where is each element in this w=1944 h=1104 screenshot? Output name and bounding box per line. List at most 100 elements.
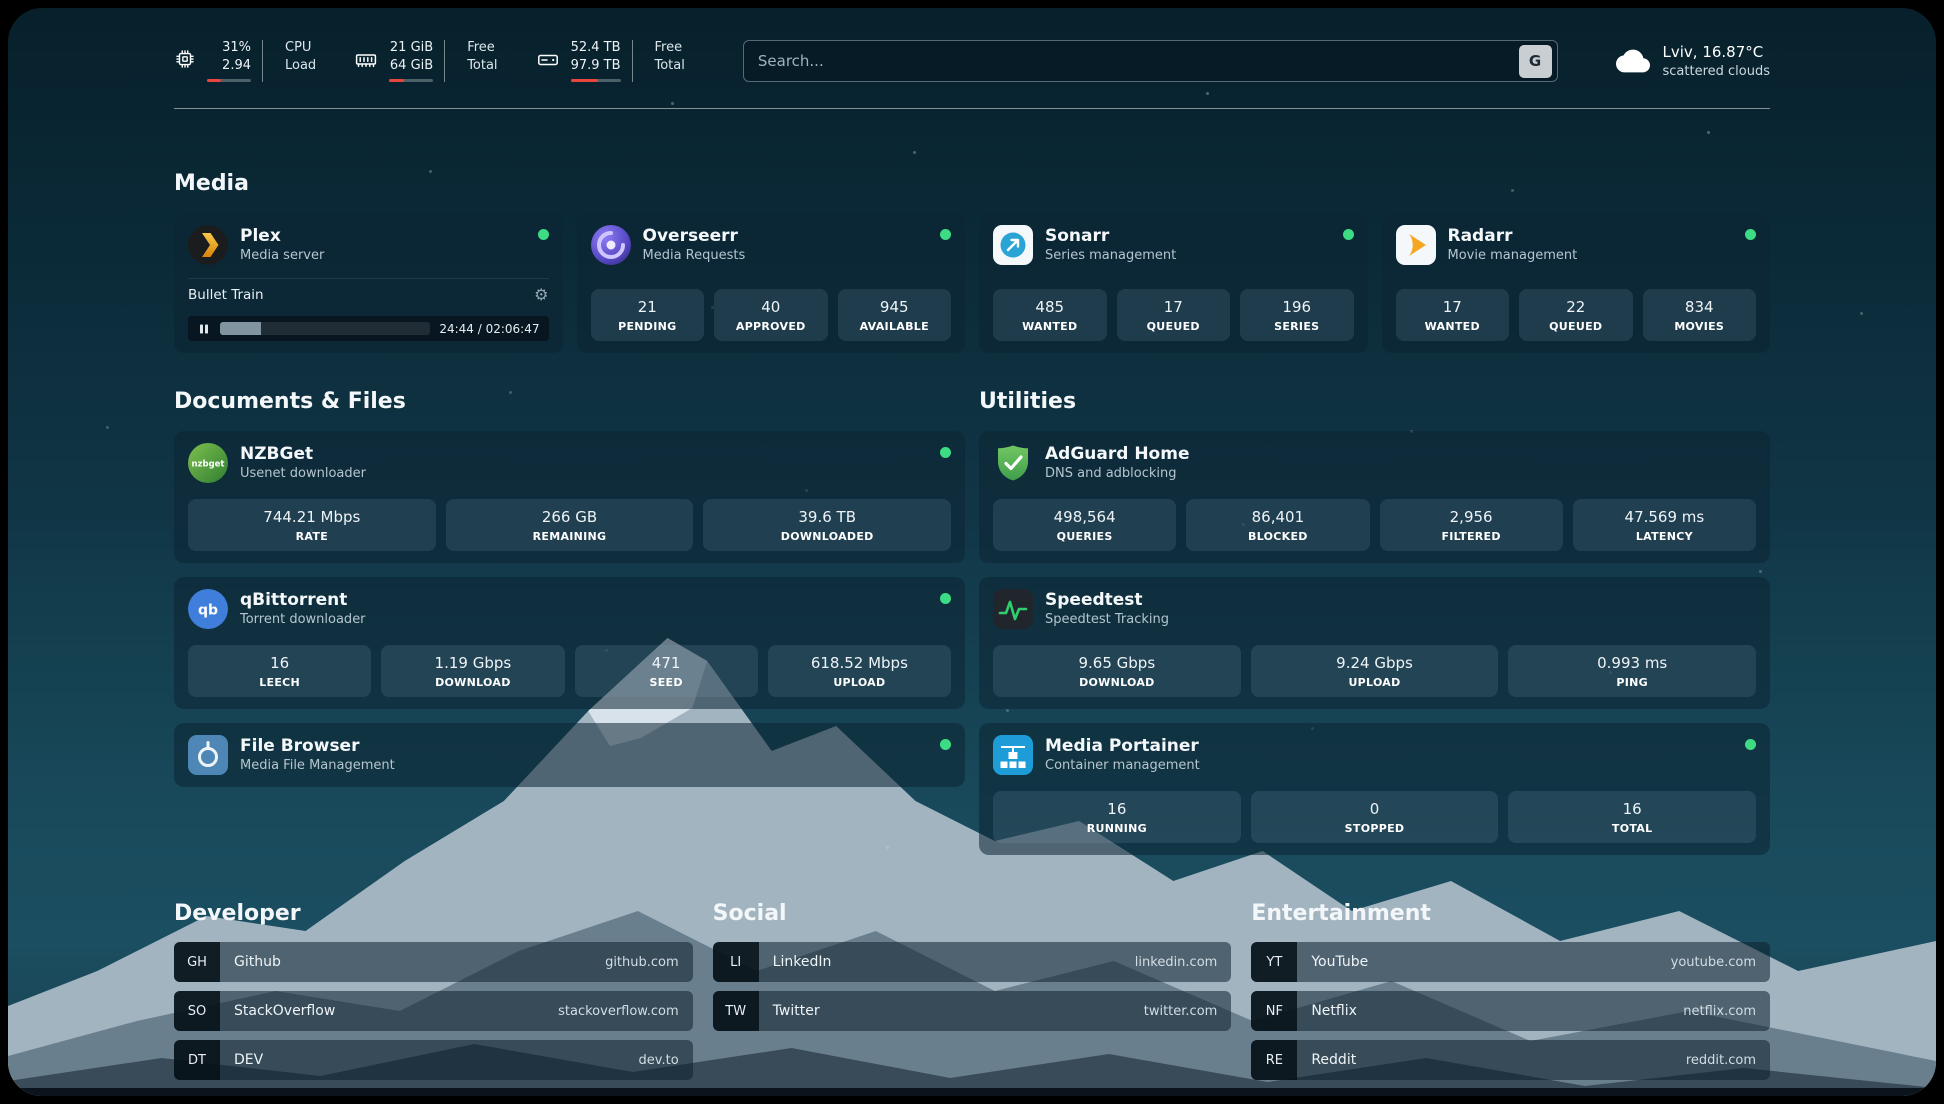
progress-track[interactable] <box>220 322 430 335</box>
bookmark-name: Twitter <box>773 1003 820 1019</box>
overseerr-icon <box>591 225 631 265</box>
cpu-values: 31% 2.94 <box>207 40 263 82</box>
svg-text:qb: qb <box>198 603 218 619</box>
nzbget-card[interactable]: nzbget NZBGet Usenet downloader 744.21 M… <box>174 431 965 563</box>
playback-time: 24:44 / 02:06:47 <box>439 322 539 336</box>
bookmark-url: netflix.com <box>1683 1004 1756 1019</box>
weather-condition: scattered clouds <box>1663 64 1771 79</box>
stat-box: 86,401BLOCKED <box>1186 499 1369 551</box>
bookmark-abbr: DT <box>174 1040 220 1080</box>
media-section: Media Plex Media server <box>174 171 1770 353</box>
plex-icon <box>188 225 228 265</box>
portainer-card[interactable]: Media Portainer Container management 16R… <box>979 723 1770 855</box>
speedtest-card[interactable]: Speedtest Speedtest Tracking 9.65 GbpsDO… <box>979 577 1770 709</box>
portainer-icon <box>993 735 1033 775</box>
speedtest-icon <box>993 589 1033 629</box>
filebrowser-icon <box>188 735 228 775</box>
app-subtitle: Media File Management <box>240 758 395 774</box>
bookmark-url: stackoverflow.com <box>558 1004 679 1019</box>
status-dot <box>940 229 951 240</box>
overseerr-card[interactable]: Overseerr Media Requests 21PENDING 40APP… <box>577 213 966 353</box>
bookmark-url: github.com <box>605 955 679 970</box>
stat-box: 266 GBREMAINING <box>446 499 694 551</box>
pause-icon[interactable] <box>197 322 211 336</box>
topbar: 31% 2.94 CPU Load <box>174 40 1770 82</box>
app-subtitle: Usenet downloader <box>240 466 366 482</box>
stat-box: 47.569 msLATENCY <box>1573 499 1756 551</box>
disk-total: 97.9 TB <box>571 58 621 73</box>
radarr-card[interactable]: Radarr Movie management 17WANTED 22QUEUE… <box>1382 213 1771 353</box>
search-input[interactable] <box>758 52 1519 70</box>
adguard-card[interactable]: AdGuard Home DNS and adblocking 498,564Q… <box>979 431 1770 563</box>
bookmark-name: YouTube <box>1311 954 1368 970</box>
app-subtitle: Movie management <box>1448 248 1578 264</box>
plex-now-playing: Bullet Train ⚙ <box>188 278 549 303</box>
bookmark-name: Github <box>234 954 281 970</box>
stat-box: 2,956FILTERED <box>1380 499 1563 551</box>
plex-card[interactable]: Plex Media server Bullet Train ⚙ <box>174 213 563 353</box>
app-subtitle: DNS and adblocking <box>1045 466 1189 482</box>
stat-box: 471SEED <box>575 645 758 697</box>
media-section-title: Media <box>174 171 1770 196</box>
app-name: Speedtest <box>1045 590 1169 611</box>
app-subtitle: Series management <box>1045 248 1176 264</box>
bookmark-netflix[interactable]: NF Netflix netflix.com <box>1251 991 1770 1031</box>
bookmark-github[interactable]: GH Github github.com <box>174 942 693 982</box>
cpu-usage-bar <box>207 79 251 82</box>
bookmark-name: Reddit <box>1311 1052 1356 1068</box>
bookmark-url: twitter.com <box>1144 1004 1218 1019</box>
svg-text:nzbget: nzbget <box>192 460 225 470</box>
memory-label-top: Free <box>467 40 497 55</box>
gear-icon[interactable]: ⚙ <box>534 287 548 303</box>
bookmark-twitter[interactable]: TW Twitter twitter.com <box>713 991 1232 1031</box>
nzbget-icon: nzbget <box>188 443 228 483</box>
app-name: qBittorrent <box>240 590 366 611</box>
cpu-load-value: 2.94 <box>222 58 251 73</box>
cloud-icon <box>1616 44 1650 78</box>
documents-section-title: Documents & Files <box>174 389 965 414</box>
bookmark-linkedin[interactable]: LI LinkedIn linkedin.com <box>713 942 1232 982</box>
bookmark-abbr: GH <box>174 942 220 982</box>
bookmark-name: DEV <box>234 1052 263 1068</box>
cpu-label-bottom: Load <box>285 58 316 73</box>
stat-box: 945AVAILABLE <box>838 289 952 341</box>
bookmark-stackoverflow[interactable]: SO StackOverflow stackoverflow.com <box>174 991 693 1031</box>
entertainment-bookmarks: Entertainment YT YouTube youtube.com NF … <box>1251 901 1770 1080</box>
cpu-chip-icon <box>174 48 196 70</box>
dashboard-page: 31% 2.94 CPU Load <box>0 0 1944 1104</box>
bookmark-url: reddit.com <box>1686 1053 1756 1068</box>
status-dot <box>538 229 549 240</box>
disk-label-top: Free <box>655 40 685 55</box>
stat-box: 0STOPPED <box>1251 791 1499 843</box>
bookmark-abbr: RE <box>1251 1040 1297 1080</box>
developer-bookmarks: Developer GH Github github.com SO StackO… <box>174 901 693 1080</box>
documents-section: Documents & Files nzbget NZBGet Usenet d… <box>174 389 965 787</box>
qbittorrent-card[interactable]: qb qBittorrent Torrent downloader 16LEEC… <box>174 577 965 709</box>
cpu-percent: 31% <box>222 40 251 55</box>
stat-box: 196SERIES <box>1240 289 1354 341</box>
status-dot <box>940 593 951 604</box>
bookmark-abbr: SO <box>174 991 220 1031</box>
cpu-widget: 31% 2.94 CPU Load <box>174 40 316 82</box>
app-name: Plex <box>240 226 324 247</box>
stat-box: 9.65 GbpsDOWNLOAD <box>993 645 1241 697</box>
sonarr-card[interactable]: Sonarr Series management 485WANTED 17QUE… <box>979 213 1368 353</box>
stat-box: 17QUEUED <box>1117 289 1231 341</box>
filebrowser-card[interactable]: File Browser Media File Management <box>174 723 965 787</box>
app-name: Radarr <box>1448 226 1578 247</box>
search-bar[interactable]: G <box>743 40 1558 82</box>
status-dot <box>1745 229 1756 240</box>
bookmark-reddit[interactable]: RE Reddit reddit.com <box>1251 1040 1770 1080</box>
dashboard-board: 31% 2.94 CPU Load <box>8 8 1936 1096</box>
search-engine-button[interactable]: G <box>1519 45 1552 78</box>
app-subtitle: Speedtest Tracking <box>1045 612 1169 628</box>
app-name: Overseerr <box>643 226 746 247</box>
stat-box: 22QUEUED <box>1519 289 1633 341</box>
disk-values: 52.4 TB 97.9 TB <box>571 40 633 82</box>
system-widgets: 31% 2.94 CPU Load <box>174 40 685 82</box>
status-dot <box>1745 739 1756 750</box>
bookmark-youtube[interactable]: YT YouTube youtube.com <box>1251 942 1770 982</box>
stat-box: 485WANTED <box>993 289 1107 341</box>
memory-usage-bar <box>389 79 433 82</box>
bookmark-dev[interactable]: DT DEV dev.to <box>174 1040 693 1080</box>
